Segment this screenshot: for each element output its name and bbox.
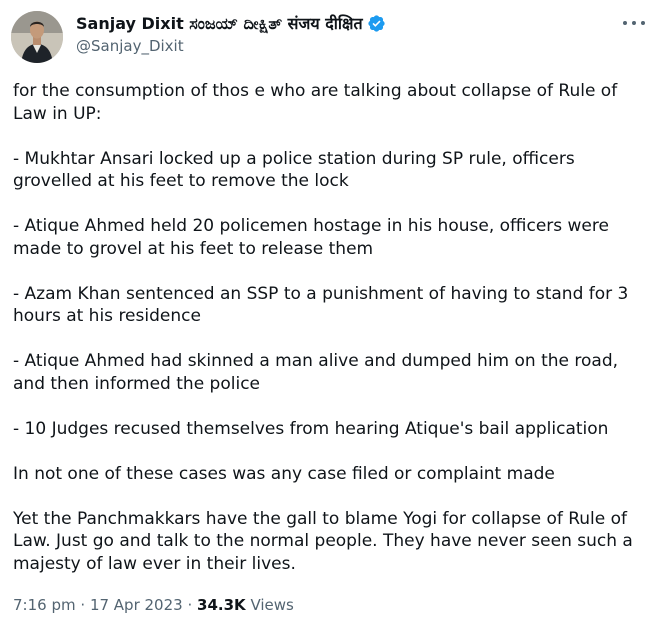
- author-display-name[interactable]: Sanjay Dixit ಸಂಜಯ್ ದೀಕ್ಷಿತ್ संजय दीक्षित: [76, 12, 363, 34]
- avatar-image: [11, 11, 63, 63]
- verified-badge-icon[interactable]: [367, 14, 386, 33]
- tweet-author: Sanjay Dixit ಸಂಜಯ್ ದೀಕ್ಷಿತ್ संजय दीक्षित…: [76, 12, 386, 55]
- tweet-paragraph: - Atique Ahmed held 20 policemen hostage…: [13, 216, 609, 259]
- tweet-paragraph: for the consumption of thos e who are ta…: [13, 81, 618, 124]
- tweet-paragraph: Yet the Panchmakkars have the gall to bl…: [13, 508, 633, 574]
- tweet-card: Sanjay Dixit ಸಂಜಯ್ ದೀಕ್ಷಿತ್ संजय दीक्षित…: [0, 0, 661, 628]
- tweet-paragraph: - Azam Khan sentenced an SSP to a punish…: [13, 283, 629, 327]
- meta-separator: ·: [80, 596, 86, 614]
- more-dot: [623, 21, 627, 25]
- more-dot: [632, 21, 636, 25]
- more-dot: [641, 21, 645, 25]
- tweet-meta: 7:16 pm · 17 Apr 2023 · 34.3K Views: [13, 596, 294, 614]
- more-icon[interactable]: [623, 14, 645, 32]
- tweet-paragraph: - Atique Ahmed had skinned a man alive a…: [13, 351, 619, 394]
- tweet-paragraph: In not one of these cases was any case f…: [13, 463, 555, 484]
- meta-separator: ·: [187, 596, 193, 614]
- tweet-text: for the consumption of thos e who are ta…: [13, 80, 653, 575]
- tweet-paragraph: - Mukhtar Ansari locked up a police stat…: [13, 148, 575, 192]
- tweet-date[interactable]: 17 Apr 2023: [90, 596, 183, 614]
- author-name-row: Sanjay Dixit ಸಂಜಯ್ ದೀಕ್ಷಿತ್ संजय दीक्षित: [76, 12, 386, 34]
- author-handle[interactable]: @Sanjay_Dixit: [76, 37, 386, 55]
- tweet-paragraph: - 10 Judges recused themselves from hear…: [13, 418, 609, 439]
- views-count[interactable]: 34.3K: [197, 596, 246, 614]
- views-label: Views: [250, 596, 294, 614]
- tweet-time[interactable]: 7:16 pm: [13, 596, 76, 614]
- avatar[interactable]: [11, 11, 63, 63]
